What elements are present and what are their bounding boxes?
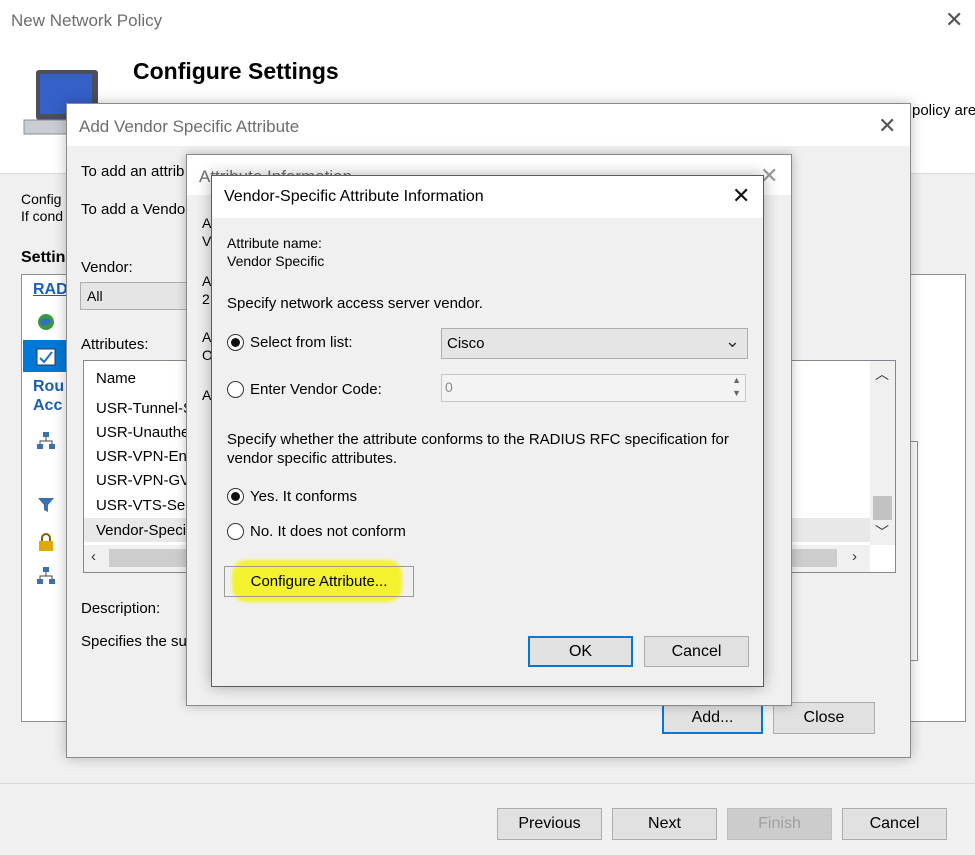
yes-conforms-label[interactable]: Yes. It conforms [250, 488, 357, 505]
attr-info-fragment: A [202, 329, 212, 345]
no-conforms-label[interactable]: No. It does not conform [250, 523, 406, 540]
description-text: Specifies the su [81, 633, 187, 650]
vendor-select-dropdown[interactable]: Cisco ⌄ [441, 328, 748, 359]
previous-button[interactable]: Previous [497, 808, 602, 840]
body-text-line1: Config [21, 191, 62, 207]
description-label: Description: [81, 600, 161, 617]
list-item[interactable]: USR-VPN-GV [96, 472, 190, 489]
specify-vendor-text: Specify network access server vendor. [227, 295, 483, 312]
chevron-down-icon: ⌄ [724, 331, 740, 351]
configure-attribute-button[interactable]: Configure Attribute... [224, 566, 414, 597]
attributes-label: Attributes: [81, 336, 149, 353]
list-item[interactable]: Vendor-Speci [96, 522, 186, 539]
network-nodes-icon-2[interactable] [36, 566, 56, 586]
add-button[interactable]: Add... [662, 702, 763, 734]
header-text-fragment: policy are [912, 102, 975, 119]
scroll-left-icon[interactable]: ‹ [91, 548, 96, 565]
add-vsa-title: Add Vendor Specific Attribute [79, 117, 300, 136]
stepper-up-icon[interactable]: ▲ [732, 375, 741, 385]
enter-vendor-code-label[interactable]: Enter Vendor Code: [250, 381, 382, 398]
list-item[interactable]: USR-VPN-En [96, 448, 187, 465]
finish-button[interactable]: Finish [727, 808, 832, 840]
filter-icon[interactable] [36, 495, 56, 515]
list-header-name[interactable]: Name [96, 370, 136, 387]
yes-conforms-radio[interactable] [227, 488, 244, 505]
settings-label: Settin [21, 249, 66, 266]
scroll-right-icon[interactable]: › [852, 548, 857, 565]
vendor-dropdown-value: All [87, 288, 103, 304]
list-item[interactable]: USR-Tunnel-S [96, 400, 193, 417]
attr-info-fragment: A [202, 273, 212, 289]
close-button[interactable]: Close [773, 702, 875, 734]
select-from-list-radio[interactable] [227, 334, 244, 351]
side-section-routing-line2[interactable]: Acc [33, 397, 62, 415]
main-window-title: New Network Policy [11, 11, 163, 30]
conform-question-text: Specify whether the attribute conforms t… [227, 431, 729, 467]
lock-icon[interactable] [36, 532, 56, 552]
list-item[interactable]: USR-VTS-Se [96, 497, 185, 514]
vsa-info-close-icon[interactable]: ✕ [732, 185, 750, 207]
scroll-thumb[interactable] [873, 496, 892, 520]
scroll-up-icon[interactable]: ︿ [875, 364, 889, 384]
body-text-line2: If cond [21, 208, 64, 224]
scroll-down-icon[interactable]: ﹀ [875, 522, 889, 542]
vsa-cancel-button[interactable]: Cancel [644, 636, 749, 667]
page-heading: Configure Settings [133, 58, 339, 84]
enter-vendor-code-radio[interactable] [227, 381, 244, 398]
attr-name-label: Attribute name: [227, 235, 322, 251]
ok-button[interactable]: OK [528, 636, 633, 667]
attr-info-fragment: A [202, 387, 212, 403]
select-from-list-label[interactable]: Select from list: [250, 334, 353, 351]
network-nodes-icon[interactable] [36, 431, 56, 451]
stepper-down-icon[interactable]: ▼ [732, 388, 741, 398]
side-section-radius[interactable]: RAD [33, 281, 68, 299]
list-item[interactable]: USR-Unauthe [96, 424, 189, 441]
attr-name-value: Vendor Specific [227, 253, 325, 269]
add-vsa-line2: To add a Vendo [81, 201, 186, 218]
vsa-info-dialog: Vendor-Specific Attribute Information ✕ … [211, 175, 764, 687]
add-vsa-close-icon[interactable]: ✕ [878, 115, 896, 137]
add-vsa-line1: To add an attrib [81, 163, 185, 180]
next-button[interactable]: Next [612, 808, 717, 840]
attr-info-fragment: V [202, 233, 212, 249]
vsa-info-title: Vendor-Specific Attribute Information [224, 188, 484, 205]
side-section-routing-line1[interactable]: Rou [33, 378, 64, 396]
attr-info-fragment: 2 [202, 291, 210, 307]
globe-icon[interactable] [36, 312, 56, 332]
checklist-icon[interactable] [36, 347, 56, 367]
vendor-code-stepper[interactable]: 0 ▲ ▼ [441, 374, 746, 402]
vendor-code-value: 0 [445, 379, 453, 395]
main-window-close-icon[interactable]: ✕ [945, 9, 963, 31]
vendor-select-value: Cisco [447, 335, 485, 352]
no-conforms-radio[interactable] [227, 523, 244, 540]
attr-info-fragment: A [202, 215, 212, 231]
main-cancel-button[interactable]: Cancel [842, 808, 947, 840]
vendor-label: Vendor: [81, 259, 133, 276]
